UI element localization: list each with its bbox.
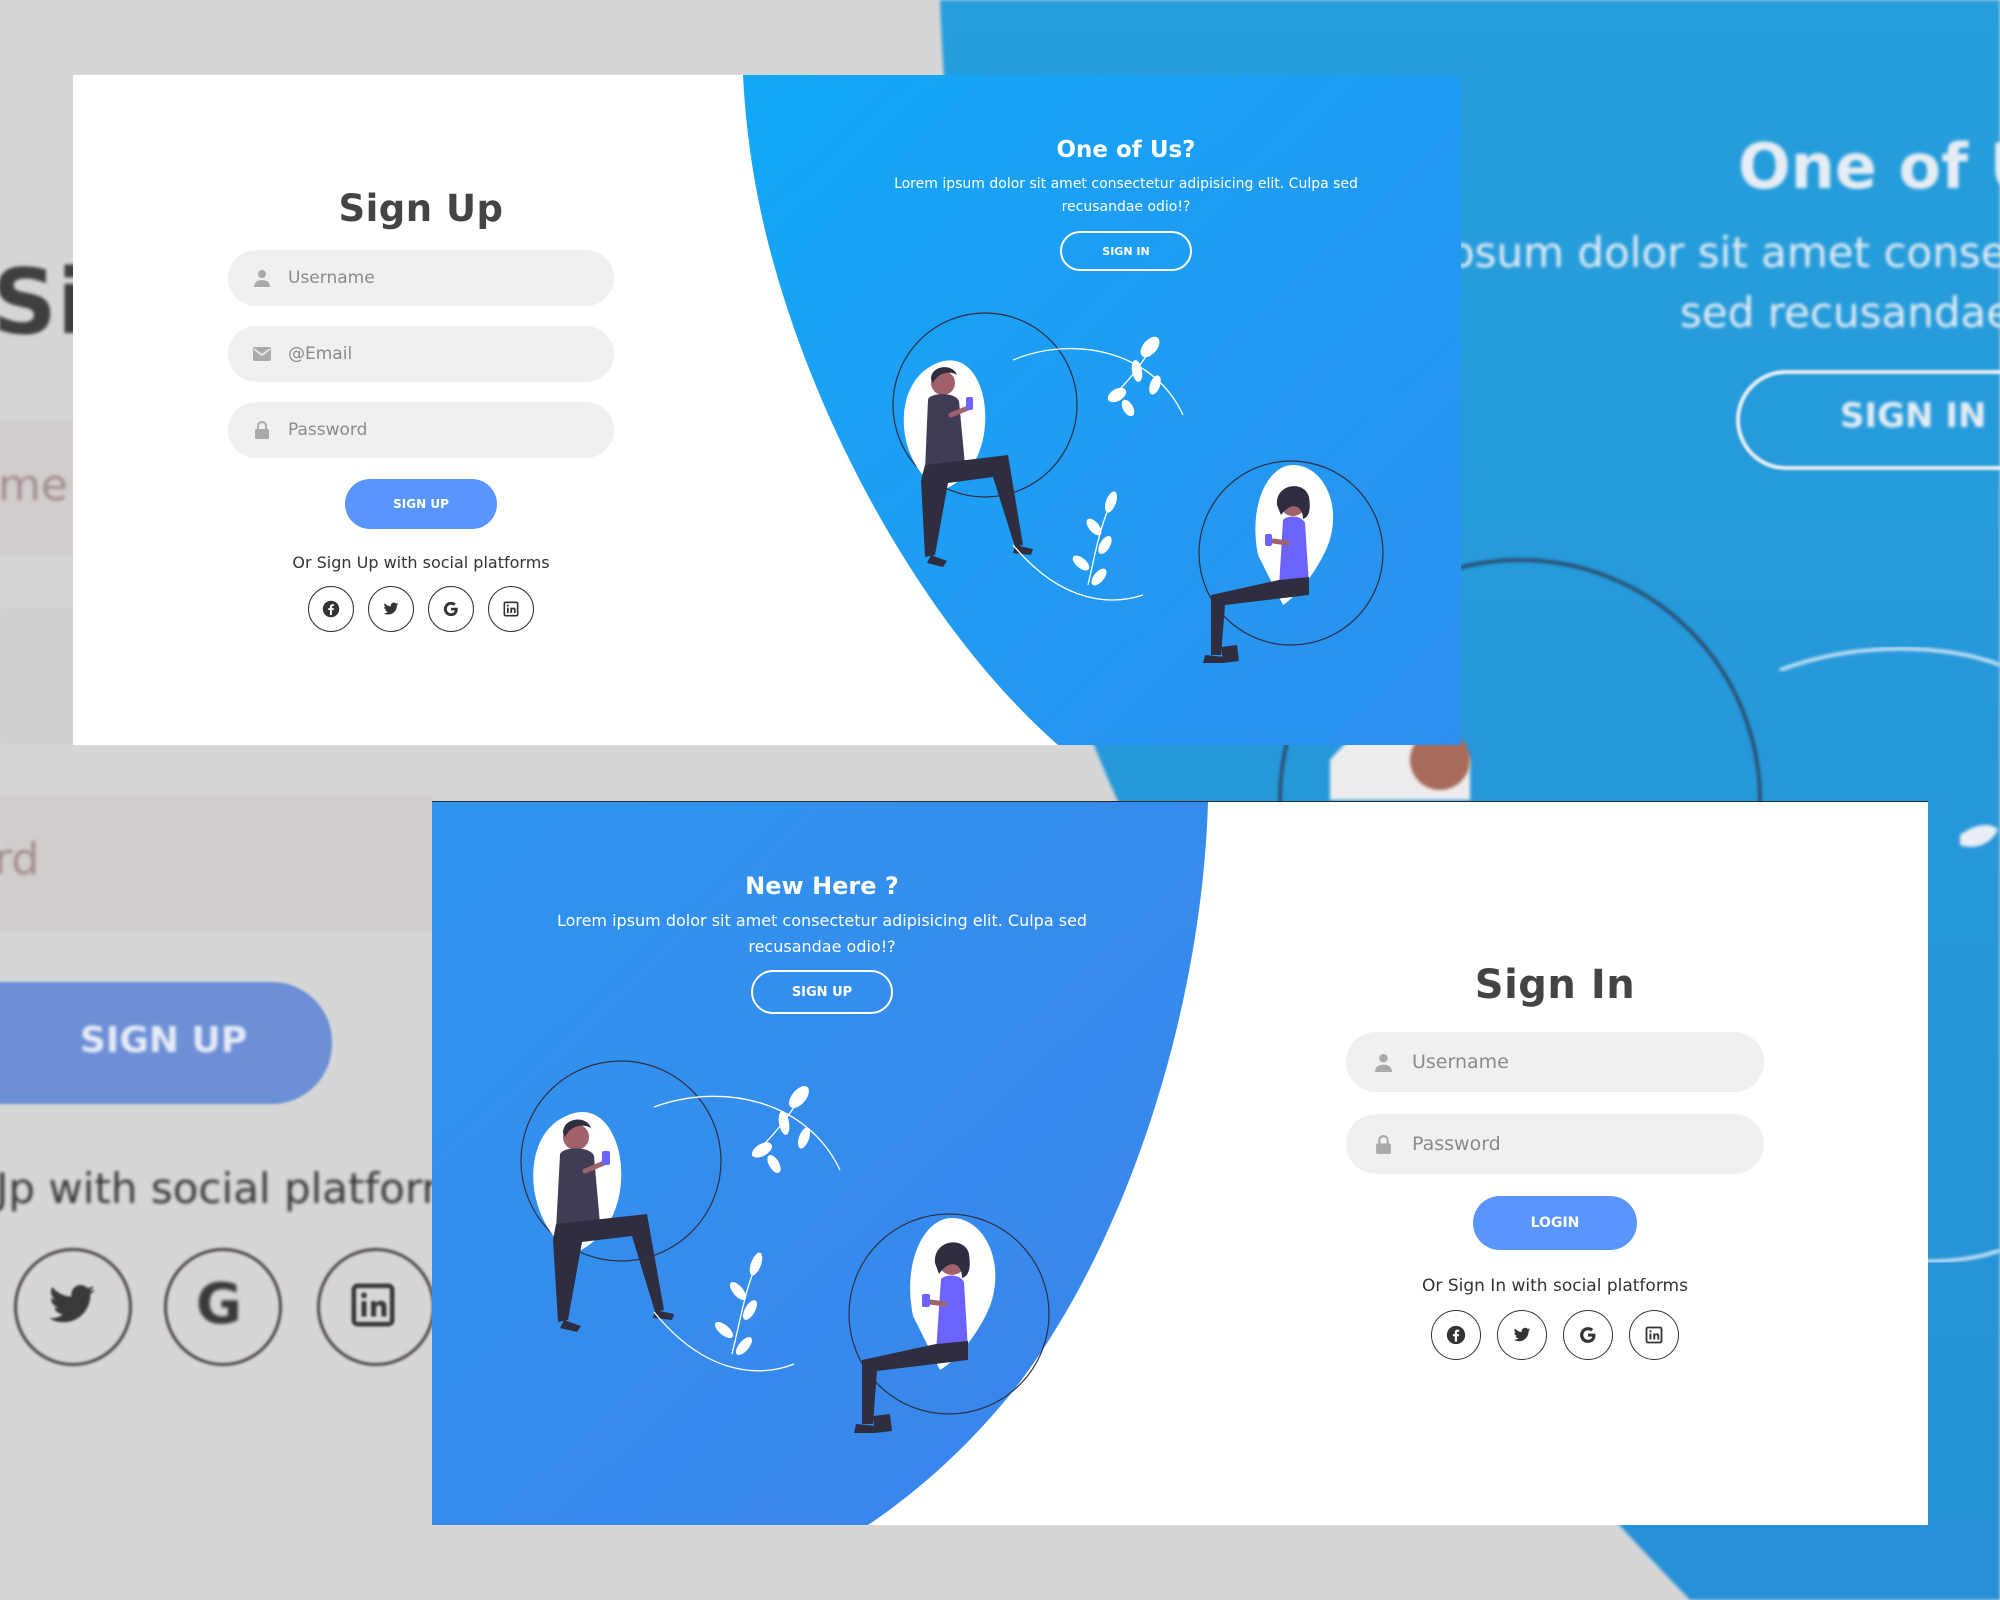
signin-twitter-button[interactable] (1497, 1310, 1547, 1360)
background-right-text-line1: psum dolor sit amet consecte (1448, 228, 2000, 277)
signup-social-text: Or Sign Up with social platforms (292, 553, 550, 572)
user-icon (1372, 1051, 1394, 1073)
linkedin-icon (1645, 1326, 1663, 1344)
signin-social-buttons (1423, 1310, 1687, 1360)
signin-title: Sign In (1474, 962, 1636, 1008)
background-username-text: me (0, 460, 68, 511)
envelope-icon (252, 344, 272, 364)
background-google-icon: G (196, 1272, 242, 1337)
linkedin-icon (503, 601, 519, 617)
signin-linkedin-button[interactable] (1629, 1310, 1679, 1360)
background-password-text: rd (0, 834, 40, 885)
signin-password-field[interactable] (1346, 1114, 1764, 1174)
google-icon (1580, 1327, 1596, 1343)
signup-illustration (892, 312, 1384, 663)
signin-google-button[interactable] (1563, 1310, 1613, 1360)
signin-form: Sign In LOGIN Or Sign In with social pla… (1346, 962, 1764, 1360)
user-icon (252, 268, 272, 288)
background-signup-button-label: SIGN UP (80, 1020, 248, 1061)
signin-panel: New Here ? Lorem ipsum dolor sit amet co… (432, 801, 1928, 1525)
background-email-field (0, 608, 80, 744)
facebook-icon (1446, 1325, 1466, 1345)
background-linkedin-icon (351, 1283, 395, 1327)
twitter-icon (1513, 1327, 1531, 1342)
signup-username-field[interactable] (228, 250, 614, 306)
signup-email-field[interactable] (228, 326, 614, 382)
signin-username-input[interactable] (1410, 1050, 1734, 1074)
signup-google-button[interactable] (428, 586, 474, 632)
background-social-text: Jp with social platform (0, 1164, 463, 1213)
facebook-icon (322, 600, 340, 618)
signup-username-input[interactable] (286, 267, 590, 289)
signup-submit-button[interactable]: SIGN UP (345, 479, 497, 529)
signin-password-input[interactable] (1410, 1132, 1734, 1156)
signup-facebook-button[interactable] (308, 586, 354, 632)
lock-icon (1372, 1133, 1394, 1155)
signup-info-section: One of Us? Lorem ipsum dolor sit amet co… (881, 137, 1371, 271)
signup-info-title: One of Us? (1056, 137, 1196, 163)
background-right-button-label: SIGN IN (1840, 396, 1987, 436)
twitter-icon (383, 602, 399, 615)
signup-title: Sign Up (338, 187, 504, 230)
signin-illustration (520, 1060, 1050, 1433)
signin-social-text: Or Sign In with social platforms (1422, 1276, 1688, 1296)
switch-to-signin-button[interactable]: SIGN IN (1060, 231, 1192, 271)
signup-email-input[interactable] (286, 343, 590, 365)
signin-info-title: New Here ? (745, 872, 899, 900)
signin-info-section: New Here ? Lorem ipsum dolor sit amet co… (522, 872, 1122, 1014)
signup-panel: Sign Up SIGN UP Or Sign Up with social p… (73, 75, 1461, 745)
signup-password-input[interactable] (286, 419, 590, 441)
login-button[interactable]: LOGIN (1473, 1196, 1637, 1250)
signup-twitter-button[interactable] (368, 586, 414, 632)
lock-icon (252, 420, 272, 440)
background-twitter-icon (49, 1285, 95, 1323)
signup-info-text: Lorem ipsum dolor sit amet consectetur a… (894, 176, 1358, 215)
switch-to-signup-button[interactable]: SIGN UP (751, 970, 893, 1014)
signup-password-field[interactable] (228, 402, 614, 458)
signin-facebook-button[interactable] (1431, 1310, 1481, 1360)
signup-form: Sign Up SIGN UP Or Sign Up with social p… (228, 187, 614, 632)
google-icon (443, 601, 458, 617)
signin-info-text: Lorem ipsum dolor sit amet consectetur a… (556, 911, 1088, 956)
background-password-field (0, 795, 432, 931)
signup-social-buttons (301, 586, 541, 632)
signup-linkedin-button[interactable] (488, 586, 534, 632)
background-right-title: One of Us (1738, 130, 2000, 203)
signin-username-field[interactable] (1346, 1032, 1764, 1092)
background-right-text-line2: sed recusandae (1680, 288, 2000, 337)
